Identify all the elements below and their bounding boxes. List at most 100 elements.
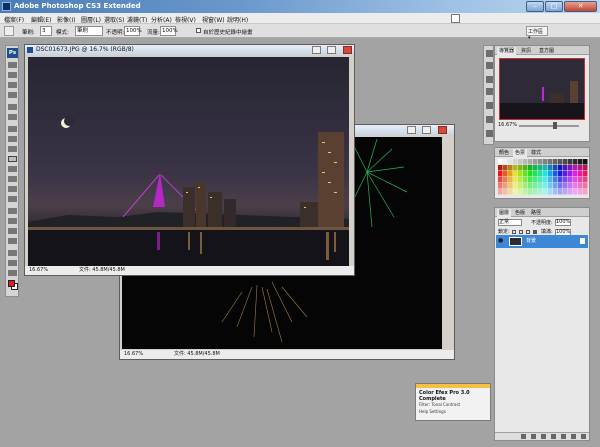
flow-input[interactable]: 100% xyxy=(160,26,178,36)
swatch-cell[interactable] xyxy=(518,159,523,165)
lock-transparency-icon[interactable] xyxy=(512,230,516,234)
swatch-cell[interactable] xyxy=(498,165,503,171)
swatch-cell[interactable] xyxy=(563,165,568,171)
tab-channels[interactable]: 色版 xyxy=(513,209,527,217)
swatch-cell[interactable] xyxy=(558,159,563,165)
swatch-cell[interactable] xyxy=(503,171,508,177)
plugin-title-strip[interactable] xyxy=(416,384,490,388)
swatch-cell[interactable] xyxy=(503,177,508,183)
paragraph-icon[interactable] xyxy=(486,130,493,137)
navigator-zoom[interactable]: 16.67% xyxy=(498,122,517,128)
swatch-cell[interactable] xyxy=(558,177,563,183)
swatch-cell[interactable] xyxy=(503,159,508,165)
dodge-tool-icon[interactable] xyxy=(8,196,17,202)
swatch-cell[interactable] xyxy=(583,183,588,189)
swatch-cell[interactable] xyxy=(523,177,528,183)
swatch-cell[interactable] xyxy=(573,183,578,189)
layer-style-icon[interactable] xyxy=(531,434,536,439)
swatch-cell[interactable] xyxy=(528,189,533,195)
tab-paths[interactable]: 路徑 xyxy=(529,209,543,217)
swatch-cell[interactable] xyxy=(528,177,533,183)
blend-mode-select[interactable]: 正常 xyxy=(498,219,522,226)
swatch-cell[interactable] xyxy=(578,159,583,165)
gradient-tool-icon[interactable] xyxy=(8,176,17,182)
menu-view[interactable]: 檢視(V) xyxy=(175,15,196,24)
swatch-cell[interactable] xyxy=(533,183,538,189)
workspace-button[interactable]: 工作區 ▾ xyxy=(526,26,548,41)
swatch-cell[interactable] xyxy=(578,177,583,183)
swatch-cell[interactable] xyxy=(503,183,508,189)
menu-filter[interactable]: 濾鏡(T) xyxy=(127,15,147,24)
swatch-cell[interactable] xyxy=(553,165,558,171)
crop-tool-icon[interactable] xyxy=(8,104,17,110)
swatch-cell[interactable] xyxy=(533,165,538,171)
paint-from-history-checkbox[interactable] xyxy=(196,28,201,33)
document-close-button[interactable] xyxy=(438,126,447,134)
swatch-cell[interactable] xyxy=(528,159,533,165)
swatch-cell[interactable] xyxy=(538,183,543,189)
swatch-cell[interactable] xyxy=(513,183,518,189)
swatch-cell[interactable] xyxy=(568,159,573,165)
brush-presets-icon[interactable] xyxy=(486,50,493,57)
document-size-info[interactable]: 文件: 45.8M/45.8M xyxy=(79,266,125,275)
blur-tool-icon[interactable] xyxy=(8,186,17,192)
document-size-info[interactable]: 文件: 45.8M/45.8M xyxy=(174,350,220,359)
swatch-cell[interactable] xyxy=(528,183,533,189)
marquee-tool-icon[interactable] xyxy=(8,72,17,78)
layer-comps-icon[interactable] xyxy=(486,76,493,83)
swatch-cell[interactable] xyxy=(563,159,568,165)
swatch-cell[interactable] xyxy=(563,183,568,189)
swatch-cell[interactable] xyxy=(568,183,573,189)
swatch-cell[interactable] xyxy=(543,183,548,189)
document-minimize-button[interactable] xyxy=(312,46,321,54)
eye-icon[interactable]: ● xyxy=(498,238,505,244)
swatch-cell[interactable] xyxy=(533,177,538,183)
new-layer-icon[interactable] xyxy=(571,434,576,439)
pen-tool-icon[interactable] xyxy=(8,208,17,214)
swatch-cell[interactable] xyxy=(518,183,523,189)
swatch-cell[interactable] xyxy=(568,177,573,183)
swatch-cell[interactable] xyxy=(573,165,578,171)
swatch-cell[interactable] xyxy=(533,171,538,177)
menu-layer[interactable]: 圖層(L) xyxy=(81,15,101,24)
swatch-cell[interactable] xyxy=(573,189,578,195)
swatch-cell[interactable] xyxy=(538,177,543,183)
swatch-cell[interactable] xyxy=(523,183,528,189)
tab-color[interactable]: 顏色 xyxy=(497,149,511,157)
swatch-cell[interactable] xyxy=(518,189,523,195)
document-close-button[interactable] xyxy=(343,46,352,54)
swatch-cell[interactable] xyxy=(568,171,573,177)
healing-brush-tool-icon[interactable] xyxy=(8,126,17,132)
swatch-cell[interactable] xyxy=(538,189,543,195)
move-tool-icon[interactable] xyxy=(8,62,17,68)
swatch-cell[interactable] xyxy=(583,177,588,183)
clone-stamp-tool-icon[interactable] xyxy=(8,146,17,152)
swatch-cell[interactable] xyxy=(518,165,523,171)
swatch-cell[interactable] xyxy=(583,165,588,171)
maximize-button[interactable]: □ xyxy=(545,1,563,12)
swatch-cell[interactable] xyxy=(508,189,513,195)
swatch-cell[interactable] xyxy=(513,171,518,177)
swatch-cell[interactable] xyxy=(498,159,503,165)
slice-tool-icon[interactable] xyxy=(8,114,17,120)
night-city-image-canvas[interactable] xyxy=(28,57,349,269)
swatch-cell[interactable] xyxy=(548,165,553,171)
menu-help[interactable]: 說明(H) xyxy=(227,15,248,24)
swatch-cell[interactable] xyxy=(583,171,588,177)
menu-edit[interactable]: 編輯(E) xyxy=(31,15,51,24)
swatch-cell[interactable] xyxy=(508,183,513,189)
swatch-cell[interactable] xyxy=(578,189,583,195)
link-layers-icon[interactable] xyxy=(521,434,526,439)
swatch-cell[interactable] xyxy=(523,171,528,177)
swatch-cell[interactable] xyxy=(553,177,558,183)
swatch-cell[interactable] xyxy=(558,183,563,189)
swatch-cell[interactable] xyxy=(563,189,568,195)
swatch-cell[interactable] xyxy=(513,177,518,183)
tab-info[interactable]: 資訊 xyxy=(519,47,533,55)
swatch-cell[interactable] xyxy=(528,171,533,177)
swatch-cell[interactable] xyxy=(543,189,548,195)
swatch-grid[interactable] xyxy=(498,159,588,195)
tab-navigator[interactable]: 導覽器 xyxy=(497,47,517,55)
swatch-cell[interactable] xyxy=(563,177,568,183)
swatch-cell[interactable] xyxy=(533,189,538,195)
